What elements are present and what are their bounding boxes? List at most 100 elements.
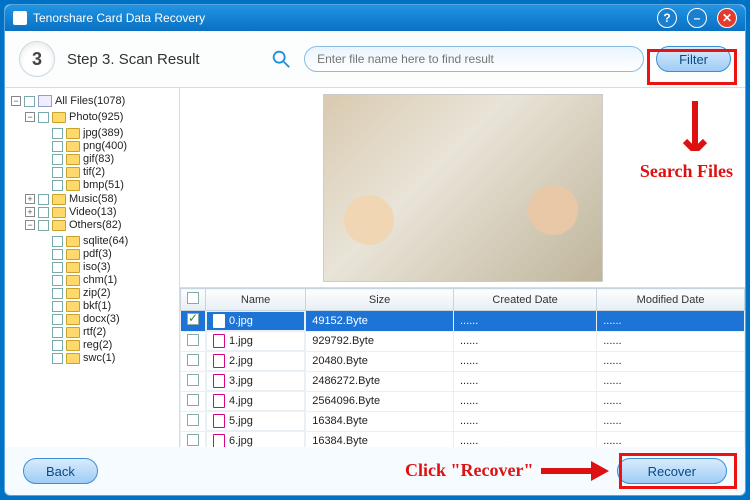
table-row[interactable]: 3.jpg2486272.Byte............ — [181, 371, 745, 391]
tree-node-video[interactable]: + Video(13) — [25, 206, 175, 218]
cell-created: ...... — [453, 431, 596, 447]
checkbox[interactable] — [52, 180, 63, 191]
tree-node-others[interactable]: − Others(82) sqlite(64)pdf(3)iso(3)chm(1… — [25, 219, 175, 365]
file-icon — [213, 314, 225, 328]
collapse-icon[interactable]: − — [11, 96, 21, 106]
checkbox[interactable] — [52, 288, 63, 299]
cell-modified: ...... — [597, 391, 745, 411]
cell-size: 16384.Byte — [306, 411, 454, 431]
tree-node-photo[interactable]: − Photo(925) jpg(389)png(400)gif(83)tif(… — [25, 111, 175, 192]
file-table-wrap[interactable]: NameSizeCreated DateModified Date 0.jpg4… — [180, 288, 745, 447]
table-row[interactable]: 6.jpg16384.Byte............ — [181, 431, 745, 447]
checkbox[interactable] — [38, 220, 49, 231]
back-button[interactable]: Back — [23, 458, 98, 484]
cell-modified: ...... — [597, 411, 745, 431]
tree-label: iso(3) — [83, 261, 111, 273]
column-header[interactable]: Modified Date — [597, 289, 745, 311]
tree-label: png(400) — [83, 140, 127, 152]
cell-size: 20480.Byte — [306, 351, 454, 371]
table-row[interactable]: 4.jpg2564096.Byte............ — [181, 391, 745, 411]
tree-label: tif(2) — [83, 166, 105, 178]
table-row[interactable]: 5.jpg16384.Byte............ — [181, 411, 745, 431]
cell-size: 16384.Byte — [306, 431, 454, 447]
expand-icon[interactable]: + — [25, 194, 35, 204]
recover-button[interactable]: Recover — [617, 458, 727, 484]
search-input[interactable] — [304, 46, 644, 72]
column-header[interactable]: Size — [306, 289, 454, 311]
table-row[interactable]: 1.jpg929792.Byte............ — [181, 331, 745, 351]
folder-icon — [66, 275, 80, 286]
row-checkbox[interactable] — [187, 434, 199, 446]
checkbox[interactable] — [38, 112, 49, 123]
checkbox[interactable] — [52, 154, 63, 165]
tree-leaf[interactable]: tif(2) — [39, 166, 175, 178]
checkbox[interactable] — [52, 353, 63, 364]
file-table: NameSizeCreated DateModified Date 0.jpg4… — [180, 288, 745, 447]
tree-leaf[interactable]: pdf(3) — [39, 248, 175, 260]
tree-root[interactable]: − All Files(1078) − Photo(925) jpg(389)p… — [11, 95, 175, 366]
tree-leaf[interactable]: docx(3) — [39, 313, 175, 325]
checkbox[interactable] — [52, 327, 63, 338]
expand-icon[interactable]: + — [25, 207, 35, 217]
checkbox[interactable] — [52, 275, 63, 286]
tree-label: reg(2) — [83, 339, 112, 351]
checkbox[interactable] — [52, 301, 63, 312]
tree-label: Video(13) — [69, 206, 117, 218]
checkbox[interactable] — [52, 236, 63, 247]
tree-leaf[interactable]: rtf(2) — [39, 326, 175, 338]
tree-leaf[interactable]: bmp(51) — [39, 179, 175, 191]
cell-size: 2564096.Byte — [306, 391, 454, 411]
checkbox[interactable] — [52, 167, 63, 178]
close-button[interactable]: ✕ — [717, 8, 737, 28]
tree-node-music[interactable]: + Music(58) — [25, 193, 175, 205]
checkbox[interactable] — [38, 207, 49, 218]
file-tree[interactable]: − All Files(1078) − Photo(925) jpg(389)p… — [5, 88, 180, 447]
row-checkbox[interactable] — [187, 334, 199, 346]
table-row[interactable]: 0.jpg49152.Byte............ — [181, 311, 745, 332]
row-checkbox[interactable] — [187, 374, 199, 386]
window-title: Tenorshare Card Data Recovery — [33, 11, 205, 25]
folder-icon — [66, 327, 80, 338]
checkbox[interactable] — [52, 262, 63, 273]
checkbox[interactable] — [38, 194, 49, 205]
select-all-checkbox[interactable] — [187, 292, 199, 304]
row-checkbox[interactable] — [187, 313, 199, 325]
minimize-button[interactable]: – — [687, 8, 707, 28]
checkbox[interactable] — [24, 96, 35, 107]
tree-label: sqlite(64) — [83, 235, 128, 247]
tree-leaf[interactable]: gif(83) — [39, 153, 175, 165]
tree-leaf[interactable]: chm(1) — [39, 274, 175, 286]
folder-icon — [52, 207, 66, 218]
row-checkbox[interactable] — [187, 414, 199, 426]
checkbox[interactable] — [52, 314, 63, 325]
checkbox[interactable] — [52, 128, 63, 139]
tree-leaf[interactable]: swc(1) — [39, 352, 175, 364]
tree-leaf[interactable]: iso(3) — [39, 261, 175, 273]
folder-icon — [66, 262, 80, 273]
tree-leaf[interactable]: reg(2) — [39, 339, 175, 351]
column-checkbox[interactable] — [181, 289, 206, 311]
collapse-icon[interactable]: − — [25, 112, 35, 122]
help-button[interactable]: ? — [657, 8, 677, 28]
tree-leaf[interactable]: bkf(1) — [39, 300, 175, 312]
table-row[interactable]: 2.jpg20480.Byte............ — [181, 351, 745, 371]
checkbox[interactable] — [52, 340, 63, 351]
file-icon — [213, 334, 225, 348]
search-icon — [270, 48, 292, 70]
row-checkbox[interactable] — [187, 394, 199, 406]
tree-leaf[interactable]: png(400) — [39, 140, 175, 152]
filter-button[interactable]: Filter — [656, 46, 731, 72]
file-icon — [213, 374, 225, 388]
tree-leaf[interactable]: jpg(389) — [39, 127, 175, 139]
tree-leaf[interactable]: sqlite(64) — [39, 235, 175, 247]
row-checkbox[interactable] — [187, 354, 199, 366]
tree-leaf[interactable]: zip(2) — [39, 287, 175, 299]
collapse-icon[interactable]: − — [25, 220, 35, 230]
checkbox[interactable] — [52, 141, 63, 152]
column-header[interactable]: Name — [206, 289, 306, 311]
tree-label: swc(1) — [83, 352, 115, 364]
checkbox[interactable] — [52, 249, 63, 260]
step-number-badge: 3 — [19, 41, 55, 77]
column-header[interactable]: Created Date — [453, 289, 596, 311]
folder-icon — [66, 288, 80, 299]
